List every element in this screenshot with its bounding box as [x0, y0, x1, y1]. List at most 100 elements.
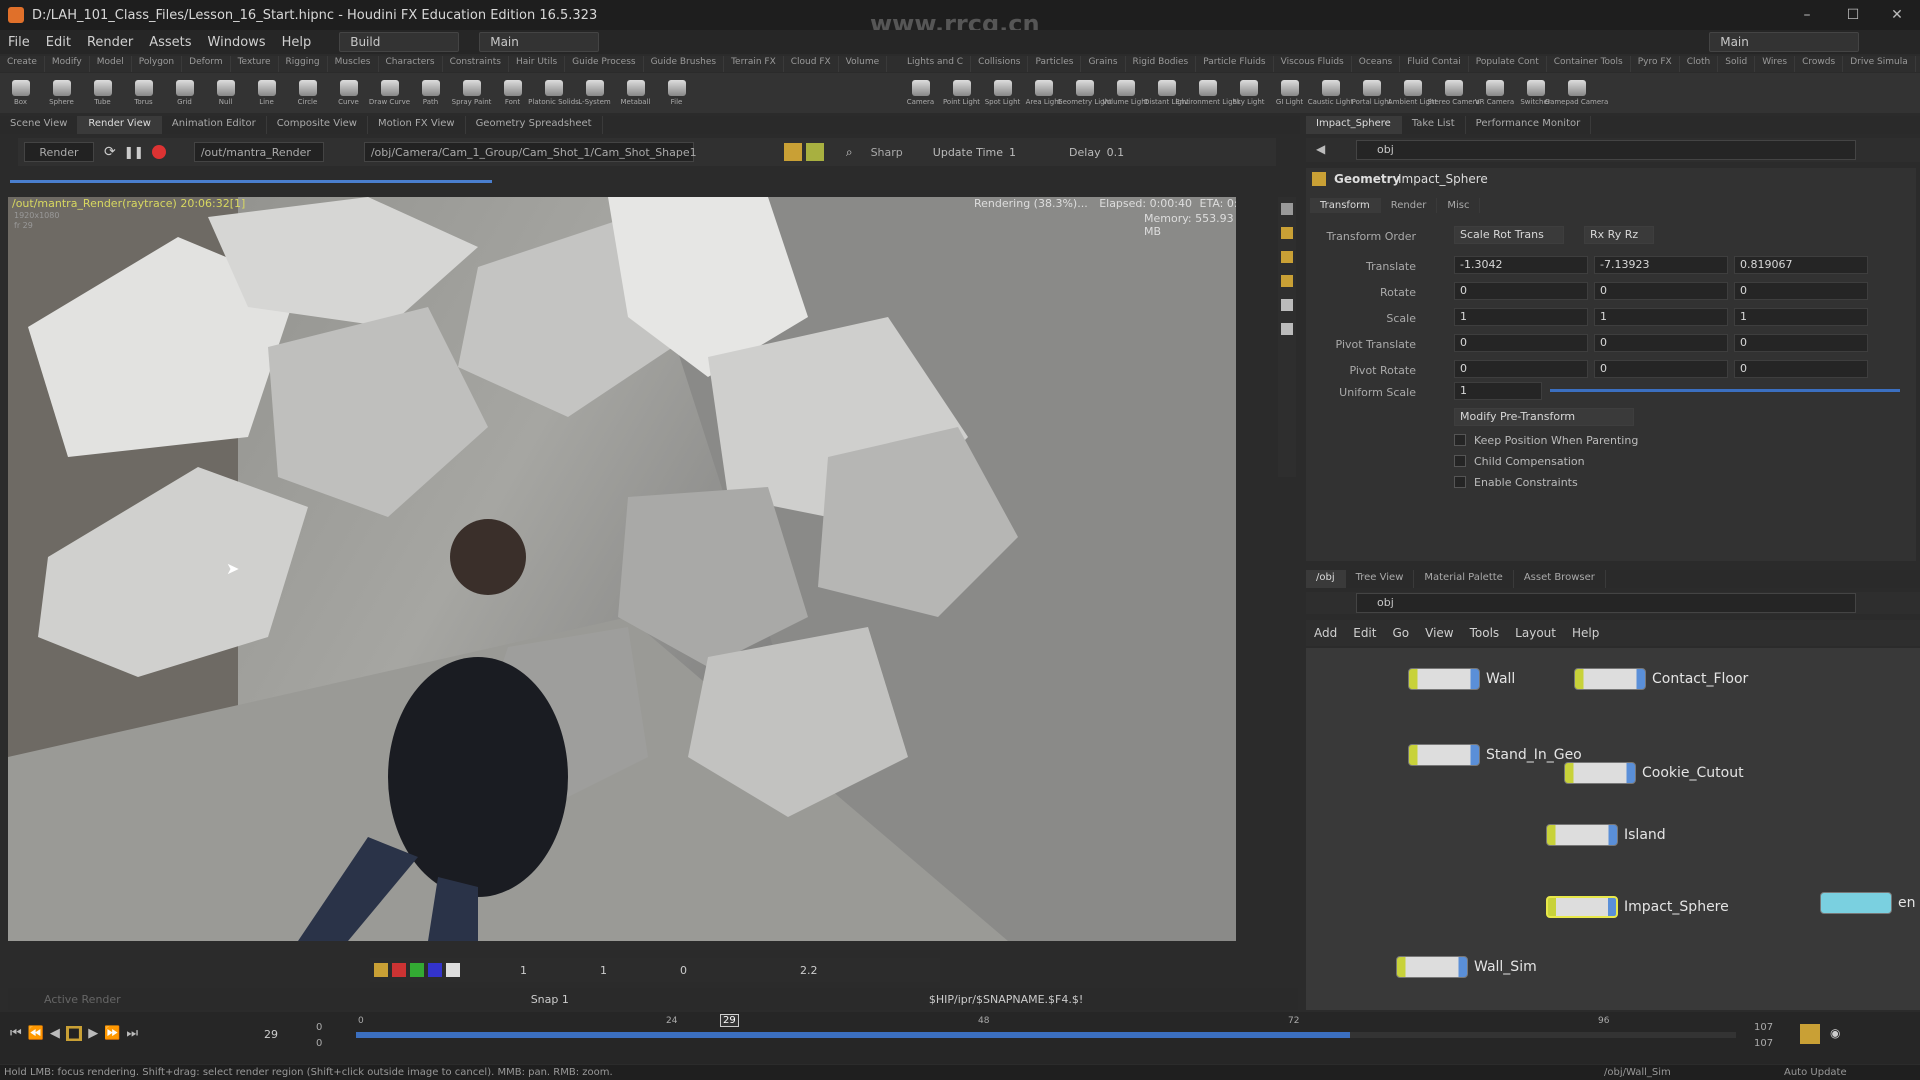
shelf-tool-button[interactable]: Area Light [1023, 73, 1064, 113]
prev-frame-icon[interactable]: ◀ [50, 1026, 60, 1041]
step-back-icon[interactable]: ⏪ [28, 1026, 44, 1041]
tab-render[interactable]: Render [1381, 198, 1438, 213]
shelf-tool-button[interactable]: VR Camera [1474, 73, 1515, 113]
stop-icon[interactable]: ■ [65, 1026, 83, 1041]
shelf-tab-left[interactable]: Modify [45, 56, 90, 72]
desktop-main-select[interactable]: Main [479, 32, 600, 52]
param-value-field[interactable]: 1 [1454, 308, 1588, 326]
refresh-icon[interactable]: ⟳ [104, 144, 116, 160]
network-path-field[interactable]: obj [1356, 593, 1856, 613]
shelf-tab-left[interactable]: Cloud FX [784, 56, 839, 72]
side-tool-icon[interactable] [1281, 227, 1293, 239]
uniform-scale-slider[interactable] [1550, 389, 1900, 392]
shelf-tool-button[interactable]: Platonic Solids [528, 73, 579, 113]
maximize-button[interactable]: ☐ [1836, 4, 1870, 26]
menu-help[interactable]: Help [274, 35, 320, 50]
param-value-field[interactable]: 1 [1734, 308, 1868, 326]
net-menu-edit[interactable]: Edit [1345, 626, 1384, 640]
shelf-tab-right[interactable]: Populate Cont [1469, 56, 1547, 72]
shelf-tab-right[interactable]: Fluid Contai [1400, 56, 1469, 72]
timeline-track[interactable] [356, 1032, 1736, 1038]
shelf-tab-right[interactable]: Container Tools [1547, 56, 1631, 72]
shelf-tool-button[interactable]: Switcher [1515, 73, 1556, 113]
shelf-tool-button[interactable]: Curve [328, 73, 369, 113]
param-value-field[interactable]: 0 [1454, 360, 1588, 378]
param-value-field[interactable]: 0.819067 [1734, 256, 1868, 274]
shelf-tool-button[interactable]: Null [205, 73, 246, 113]
shelf-tool-button[interactable]: Box [0, 73, 41, 113]
shelf-tab-left[interactable]: Volume [839, 56, 888, 72]
shelf-tool-button[interactable]: L-System [574, 73, 615, 113]
shelf-tool-button[interactable]: Circle [287, 73, 328, 113]
tab-take-list[interactable]: Take List [1402, 116, 1466, 134]
end-frame-field[interactable]: 107 [1754, 1022, 1773, 1033]
shelf-tab-left[interactable]: Create [0, 56, 45, 72]
node-body[interactable] [1564, 762, 1636, 784]
node-cookie-cutout[interactable]: Cookie_Cutout [1564, 762, 1744, 784]
shelf-tab-left[interactable]: Model [90, 56, 132, 72]
tab-transform[interactable]: Transform [1310, 198, 1381, 213]
shelf-tab-right[interactable]: Drive Simula [1843, 56, 1916, 72]
node-body[interactable] [1396, 956, 1468, 978]
shelf-tool-button[interactable]: Path [410, 73, 451, 113]
node-island[interactable]: Island [1546, 824, 1666, 846]
shelf-tab-right[interactable]: Grains [1081, 56, 1126, 72]
param-path-field[interactable]: obj [1356, 140, 1856, 160]
shelf-tab-right[interactable]: Oceans [1352, 56, 1401, 72]
param-value-field[interactable]: 0 [1594, 334, 1728, 352]
tab-performance-monitor[interactable]: Performance Monitor [1466, 116, 1592, 134]
shelf-tab-right[interactable]: Wires [1755, 56, 1796, 72]
net-menu-help[interactable]: Help [1564, 626, 1607, 640]
shelf-tab-right[interactable]: Pyro FX [1631, 56, 1680, 72]
tab-scene-view[interactable]: Scene View [0, 116, 79, 134]
param-value-field[interactable]: 0 [1594, 360, 1728, 378]
shelf-tool-button[interactable]: Ambient Light [1388, 73, 1437, 113]
node-wall-sim[interactable]: Wall_Sim [1396, 956, 1537, 978]
shelf-tool-button[interactable]: Torus [123, 73, 164, 113]
shelf-tab-left[interactable]: Constraints [443, 56, 509, 72]
shelf-tool-button[interactable]: Stereo Camera [1427, 73, 1480, 113]
param-value-field[interactable]: 0 [1734, 282, 1868, 300]
gamma-value[interactable]: 1 [600, 964, 640, 977]
update-time-value[interactable]: 1 [1009, 146, 1059, 159]
tab-asset-browser[interactable]: Asset Browser [1514, 570, 1606, 588]
shelf-tab-right[interactable]: Viscous Fluids [1274, 56, 1352, 72]
minimize-button[interactable]: – [1790, 4, 1824, 26]
side-tool-icon[interactable] [1281, 251, 1293, 263]
shelf-tool-button[interactable]: Gamepad Camera [1545, 73, 1608, 113]
side-tool-icon[interactable] [1281, 323, 1293, 335]
channel-red-icon[interactable] [392, 963, 406, 977]
back-arrow-icon[interactable]: ◀ [1316, 142, 1325, 156]
current-frame-field[interactable]: 29 [264, 1028, 278, 1041]
shelf-tool-button[interactable]: Spray Paint [451, 73, 492, 113]
shelf-tool-button[interactable]: Sky Light [1228, 73, 1269, 113]
side-tool-icon[interactable] [1281, 275, 1293, 287]
shelf-tab-left[interactable]: Terrain FX [724, 56, 784, 72]
shelf-tab-right[interactable]: Rigid Bodies [1126, 56, 1197, 72]
uniform-scale-field[interactable]: 1 [1454, 382, 1542, 400]
shelf-tool-button[interactable]: Grid [164, 73, 205, 113]
shelf-tool-button[interactable]: Tube [82, 73, 123, 113]
menu-windows[interactable]: Windows [200, 35, 274, 50]
network-editor[interactable]: Wall Contact_Floor Stand_In_Geo Cookie_C… [1306, 648, 1920, 1010]
realtime-icon[interactable]: ◉ [1830, 1026, 1840, 1040]
snapshot-icon[interactable] [783, 143, 802, 161]
shelf-tab-left[interactable]: Polygon [132, 56, 183, 72]
play-icon[interactable]: ▶ [88, 1026, 98, 1041]
param-value-field[interactable]: 0 [1594, 282, 1728, 300]
node-body[interactable] [1408, 668, 1480, 690]
net-menu-tools[interactable]: Tools [1462, 626, 1508, 640]
shelf-tab-right[interactable]: Cloth [1680, 56, 1719, 72]
close-button[interactable]: ✕ [1880, 4, 1914, 26]
shelf-tab-left[interactable]: Guide Brushes [644, 56, 725, 72]
shelf-tool-button[interactable]: Sphere [41, 73, 82, 113]
zoom-icon[interactable]: ⌕ [846, 145, 853, 160]
ratio-value[interactable]: 2.2 [800, 964, 818, 977]
param-value-field[interactable]: 0 [1454, 282, 1588, 300]
tab-geometry-spreadsheet[interactable]: Geometry Spreadsheet [466, 116, 603, 134]
tab-motion-fx-view[interactable]: Motion FX View [368, 116, 466, 134]
shelf-tab-right[interactable]: Collisions [971, 56, 1029, 72]
node-env[interactable]: en [1820, 892, 1916, 914]
shelf-tool-button[interactable]: Geometry Light [1057, 73, 1112, 113]
shelf-tab-right[interactable]: Lights and C [900, 56, 972, 72]
